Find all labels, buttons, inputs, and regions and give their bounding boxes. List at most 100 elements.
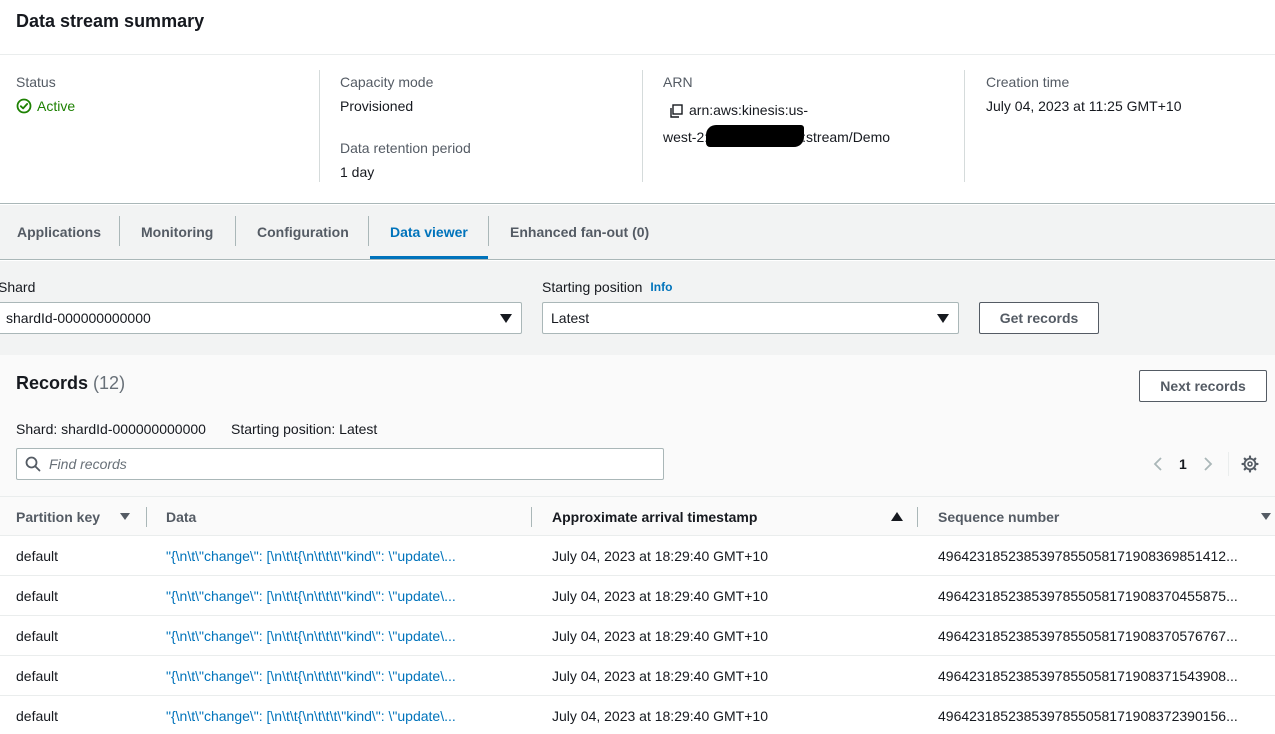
starting-position-select[interactable]: Latest: [542, 302, 959, 334]
info-link[interactable]: Info: [650, 280, 672, 294]
capacity-column: Capacity mode Provisioned Data retention…: [340, 70, 630, 184]
sort-ascending-icon-wrap[interactable]: [891, 497, 903, 536]
copy-icon[interactable]: [669, 103, 683, 118]
creation-label: Creation time: [986, 74, 1070, 90]
retention-value: 1 day: [340, 164, 375, 180]
shard-meta: Shard: shardId-000000000000: [16, 421, 206, 437]
col-partition-key[interactable]: Partition key: [16, 497, 131, 536]
records-title: Records: [16, 373, 89, 393]
chevron-left-icon[interactable]: [1150, 456, 1166, 472]
col-arrival-timestamp[interactable]: Approximate arrival timestamp: [552, 497, 757, 536]
arn-region: west-2:: [663, 129, 709, 145]
table-row: default "{\n\t\"change\": [\n\t\t{\n\t\t…: [0, 616, 1275, 656]
col-data[interactable]: Data: [166, 497, 196, 536]
column-separator: [642, 70, 643, 182]
timestamp-cell: July 04, 2023 at 18:29:40 GMT+10: [552, 627, 768, 644]
data-cell-link[interactable]: "{\n\t\"change\": [\n\t\t{\n\t\t\t\"kind…: [166, 616, 456, 655]
records-table-header: Partition key Data Approximate arrival t…: [0, 496, 1275, 536]
column-resizer[interactable]: [531, 507, 532, 527]
column-resizer[interactable]: [146, 507, 147, 527]
sort-ascending-icon: [891, 512, 903, 521]
starting-position-label-group: Starting position Info: [542, 279, 672, 295]
shard-label: Shard: [0, 279, 36, 295]
tab-data-viewer[interactable]: Data viewer: [390, 205, 468, 259]
sequence-number-cell: 4964231852385397855058171908370455875...: [938, 587, 1238, 604]
starting-position-meta: Starting position: Latest: [231, 421, 378, 437]
records-count: (12): [93, 373, 126, 393]
tab-monitoring[interactable]: Monitoring: [141, 205, 213, 259]
current-page[interactable]: 1: [1179, 456, 1187, 472]
starting-position-value: Latest: [551, 310, 590, 326]
data-stream-summary-panel: Data stream summary Status Active Capaci…: [0, 0, 1275, 204]
tab-separator: [119, 216, 120, 246]
status-column: Status Active: [16, 70, 306, 184]
sort-caret-icon: [1261, 513, 1271, 520]
status-text: Active: [37, 98, 76, 114]
caret-down-icon: [937, 314, 949, 323]
tab-separator: [235, 216, 236, 246]
sequence-number-cell: 4964231852385397855058171908372390156...: [938, 707, 1238, 724]
arn-text-start: arn:aws:kinesis:us-: [689, 102, 809, 118]
data-cell-link[interactable]: "{\n\t\"change\": [\n\t\t{\n\t\t\t\"kind…: [166, 656, 456, 695]
get-records-button[interactable]: Get records: [979, 302, 1099, 334]
creation-value: July 04, 2023 at 11:25 GMT+10: [986, 98, 1182, 114]
column-separator: [319, 70, 320, 182]
column-separator: [964, 70, 965, 182]
table-row: default "{\n\t\"change\": [\n\t\t{\n\t\t…: [0, 536, 1275, 576]
status-label: Status: [16, 74, 56, 90]
search-icon: [25, 456, 41, 472]
creation-column: Creation time July 04, 2023 at 11:25 GMT…: [986, 70, 1266, 184]
find-records-input[interactable]: [49, 456, 629, 472]
summary-divider: [0, 54, 1275, 55]
sort-caret-wrap[interactable]: [1261, 497, 1271, 536]
tab-configuration[interactable]: Configuration: [257, 205, 349, 259]
tab-applications[interactable]: Applications: [17, 205, 101, 259]
caret-down-icon: [500, 314, 512, 323]
column-resizer[interactable]: [917, 507, 918, 527]
timestamp-cell: July 04, 2023 at 18:29:40 GMT+10: [552, 547, 768, 564]
timestamp-cell: July 04, 2023 at 18:29:40 GMT+10: [552, 667, 768, 684]
shard-select[interactable]: shardId-000000000000: [0, 302, 522, 334]
arn-line-2: west-2: :stream/Demo: [663, 124, 953, 151]
data-cell-link[interactable]: "{\n\t\"change\": [\n\t\t{\n\t\t\t\"kind…: [166, 576, 456, 615]
next-records-button[interactable]: Next records: [1139, 370, 1267, 402]
find-records-search: [16, 448, 664, 480]
arn-column: ARN arn:aws:kinesis:us- west-2: :stream/D…: [663, 70, 953, 184]
table-row: default "{\n\t\"change\": [\n\t\t{\n\t\t…: [0, 576, 1275, 616]
partition-key-cell: default: [16, 547, 59, 564]
partition-key-cell: default: [16, 627, 59, 644]
capacity-value: Provisioned: [340, 98, 414, 114]
col-sequence-number[interactable]: Sequence number: [938, 497, 1059, 536]
gear-icon[interactable]: [1241, 455, 1259, 473]
pagination: 1: [1150, 452, 1259, 476]
col-partition-key-label: Partition key: [16, 508, 101, 525]
partition-key-cell: default: [16, 587, 59, 604]
arn-stream: :stream/Demo: [802, 129, 891, 145]
sequence-number-cell: 4964231852385397855058171908371543908...: [938, 667, 1238, 684]
active-tab-indicator: [370, 256, 488, 259]
tab-enhanced-fan-out[interactable]: Enhanced fan-out (0): [510, 205, 649, 259]
arn-label: ARN: [663, 74, 693, 90]
data-cell-link[interactable]: "{\n\t\"change\": [\n\t\t{\n\t\t\t\"kind…: [166, 536, 456, 575]
partition-key-cell: default: [16, 707, 59, 724]
data-cell-link[interactable]: "{\n\t\"change\": [\n\t\t{\n\t\t\t\"kind…: [166, 696, 456, 734]
table-row: default "{\n\t\"change\": [\n\t\t{\n\t\t…: [0, 696, 1275, 734]
arn-line-1: arn:aws:kinesis:us-: [663, 97, 953, 124]
check-circle-icon: [16, 98, 32, 114]
sort-caret-icon[interactable]: [120, 513, 131, 520]
redacted-account-id: [706, 125, 805, 147]
shard-select-value: shardId-000000000000: [6, 310, 151, 326]
starting-position-label: Starting position: [542, 279, 643, 295]
table-row: default "{\n\t\"change\": [\n\t\t{\n\t\t…: [0, 656, 1275, 696]
data-viewer-filters: Shard shardId-000000000000 Starting posi…: [0, 261, 1275, 355]
summary-title: Data stream summary: [16, 11, 205, 31]
capacity-label: Capacity mode: [340, 74, 434, 90]
retention-label: Data retention period: [340, 140, 471, 156]
timestamp-cell: July 04, 2023 at 18:29:40 GMT+10: [552, 587, 768, 604]
pager-divider: [1227, 452, 1229, 476]
sequence-number-cell: 4964231852385397855058171908370576767...: [938, 627, 1238, 644]
status-value: Active: [16, 94, 306, 118]
chevron-right-icon[interactable]: [1200, 456, 1216, 472]
partition-key-cell: default: [16, 667, 59, 684]
tab-bar: Applications Monitoring Configuration Da…: [0, 205, 1275, 260]
